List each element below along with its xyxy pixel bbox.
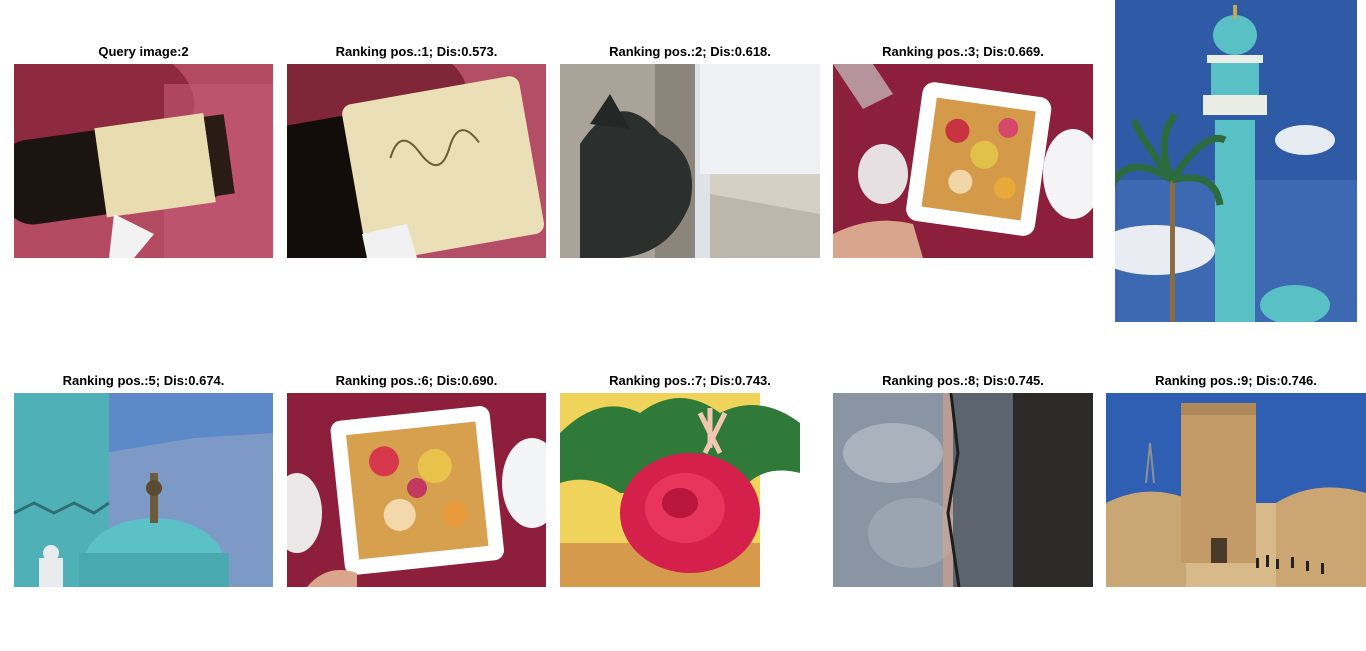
ranking-1-image <box>287 64 546 258</box>
ranking-2-image <box>560 64 820 258</box>
ranking-7-image <box>560 393 820 587</box>
query-image-wine-bottle <box>14 64 273 258</box>
ranking-2-title: Ranking pos.:2; Dis:0.618. <box>609 44 771 59</box>
ranking-5-title: Ranking pos.:5; Dis:0.674. <box>62 373 225 388</box>
ranking-6-title: Ranking pos.:6; Dis:0.690. <box>335 373 498 388</box>
ranking-5-image <box>14 393 273 587</box>
ranking-3-title: Ranking pos.:3; Dis:0.669. <box>882 44 1044 59</box>
query-image-title: Query image:2 <box>98 44 189 59</box>
ranking-1-title: Ranking pos.:1; Dis:0.573. <box>335 44 498 59</box>
ranking-9-title: Ranking pos.:9; Dis:0.746. <box>1155 373 1317 388</box>
ranking-3-image <box>833 64 1093 258</box>
ranking-8-title: Ranking pos.:8; Dis:0.745. <box>882 373 1044 388</box>
ranking-6-image <box>287 393 546 587</box>
ranking-7-title: Ranking pos.:7; Dis:0.743. <box>609 373 771 388</box>
ranking-9-image <box>1106 393 1366 587</box>
ranking-8-image <box>833 393 1093 587</box>
minaret-image <box>1115 0 1357 322</box>
